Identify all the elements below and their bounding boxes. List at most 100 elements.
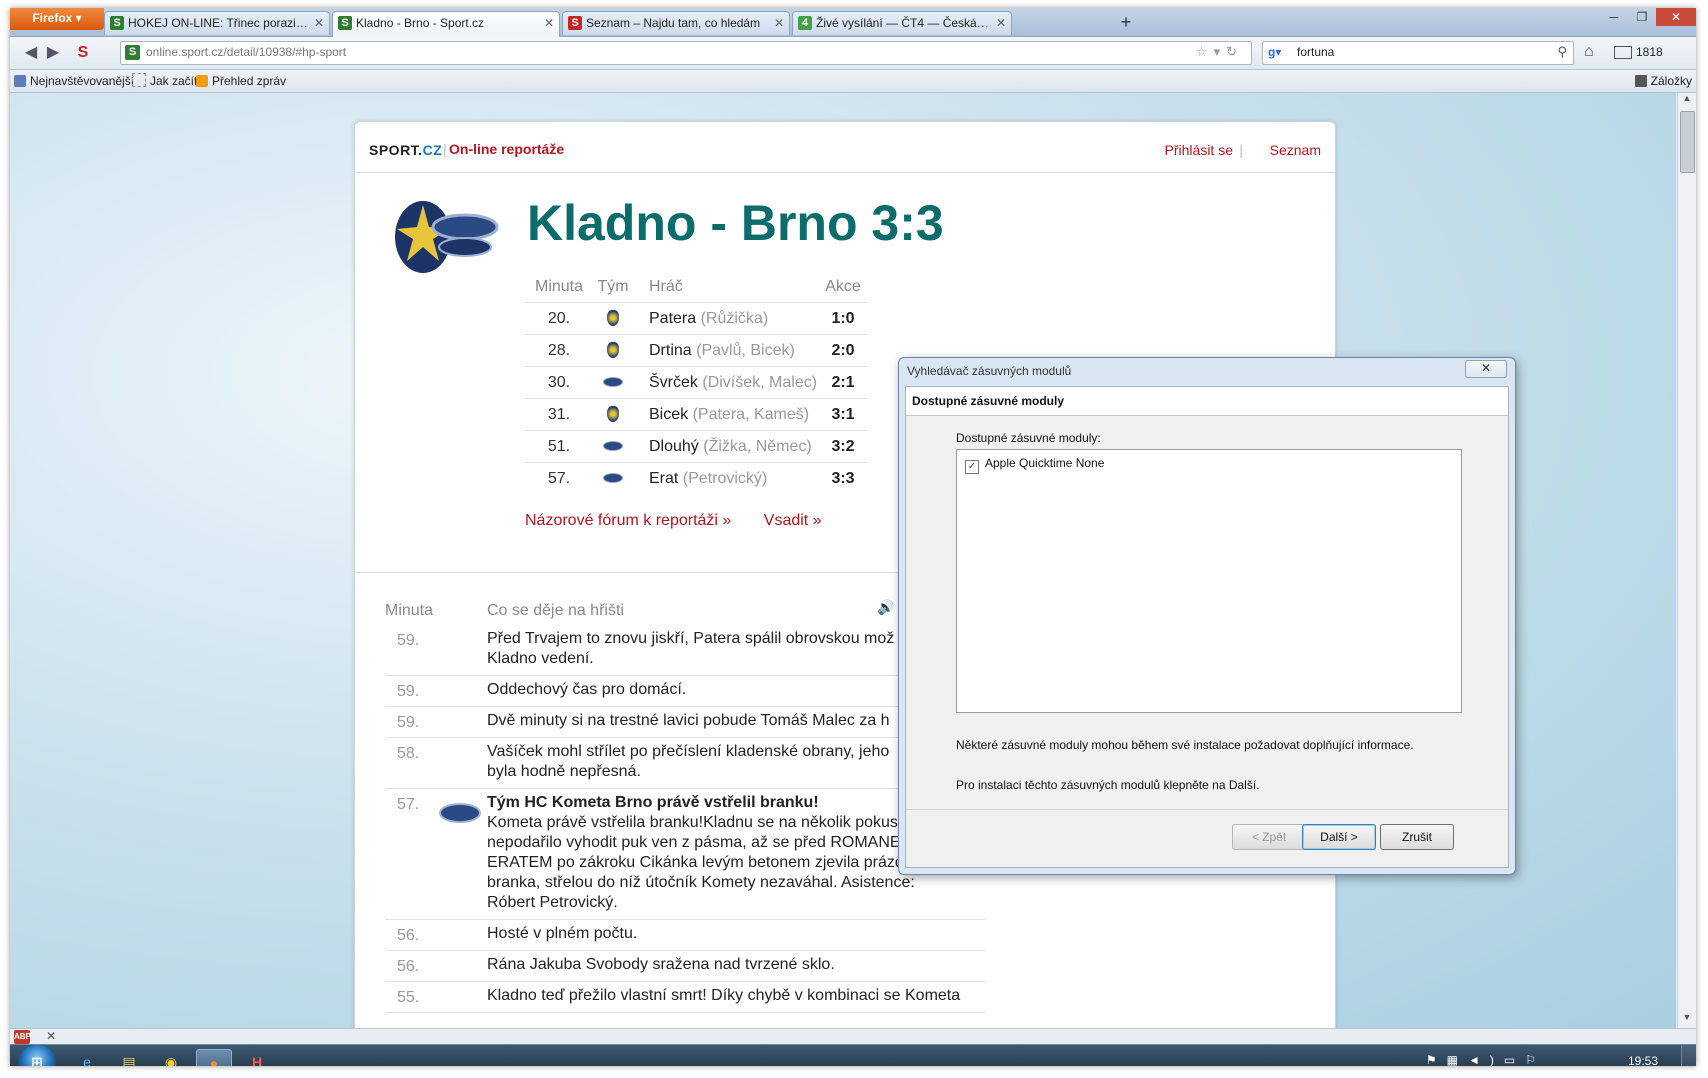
- goals-header-minute: Minuta: [534, 278, 584, 295]
- tab-hokej-online[interactable]: S HOKEJ ON-LINE: Třinec porazil Zlín a .…: [104, 11, 330, 35]
- search-icon[interactable]: ⚲: [1557, 44, 1567, 60]
- addon-bar-close-icon[interactable]: ✕: [46, 1029, 56, 1043]
- feed-minute: 59.: [397, 632, 420, 649]
- login-link[interactable]: Přihlásit se: [1165, 142, 1233, 158]
- start-button-icon[interactable]: ⊞: [18, 1045, 56, 1066]
- minimize-icon[interactable]: ─: [1600, 8, 1628, 26]
- back-button[interactable]: < Zpět: [1232, 824, 1306, 850]
- mail-button[interactable]: 1818: [1614, 42, 1663, 62]
- bookmark-getting-started[interactable]: Jak začít: [132, 73, 197, 89]
- dialog-close-icon[interactable]: ✕: [1465, 360, 1507, 378]
- seznam-favicon-icon: S: [568, 16, 582, 30]
- scrollbar-thumb[interactable]: [1680, 111, 1695, 173]
- ct4-favicon-icon: 4: [798, 16, 812, 30]
- feed-minute: 59.: [397, 714, 420, 731]
- section-title[interactable]: On-line reportáže: [449, 141, 564, 157]
- dialog-info-text: Pro instalaci těchto zásuvných modulů kl…: [956, 778, 1260, 792]
- vertical-scrollbar[interactable]: ▲ ▼: [1677, 93, 1696, 1028]
- plugin-list[interactable]: ✓ Apple Quicktime None: [956, 449, 1462, 713]
- bookmarks-star-icon: [1634, 75, 1647, 87]
- site-identity-icon[interactable]: S: [125, 45, 140, 60]
- kladno-team-icon: [607, 406, 619, 423]
- speaker-icon[interactable]: 🔊: [877, 599, 894, 616]
- firefox-menu-button[interactable]: Firefox ▾: [10, 8, 104, 30]
- goal-player-cell: Patera (Růžička): [633, 302, 819, 335]
- address-bar[interactable]: S online.sport.cz/detail/10938/#hp-sport…: [120, 41, 1252, 65]
- clock[interactable]: 19:53: [1628, 1054, 1658, 1066]
- internet-explorer-icon[interactable]: e: [70, 1049, 104, 1066]
- feed-item: 56. Rána Jakuba Svobody sražena nad tvrz…: [385, 951, 985, 982]
- home-icon[interactable]: ⌂: [1584, 43, 1594, 61]
- search-bar[interactable]: g▾ fortuna ⚲: [1262, 41, 1574, 65]
- kometa-team-icon: [603, 473, 623, 484]
- envelope-icon: [1614, 46, 1632, 60]
- seznam-link[interactable]: Seznam: [1270, 142, 1321, 158]
- header-separator: |: [1239, 142, 1243, 158]
- search-input[interactable]: fortuna: [1297, 45, 1334, 59]
- tab-close-icon[interactable]: ✕: [774, 12, 784, 34]
- new-tab-button[interactable]: +: [1114, 13, 1138, 33]
- goal-player-cell: Drtina (Pavlů, Bicek): [633, 334, 819, 367]
- firefox-taskbar-icon[interactable]: ●: [196, 1049, 232, 1066]
- window-controls: ─ ❐ ✕: [1600, 8, 1696, 28]
- url-text[interactable]: online.sport.cz/detail/10938/#hp-sport: [146, 45, 346, 59]
- app-taskbar-icon[interactable]: H: [240, 1049, 274, 1066]
- windows-taskbar: ⊞ e ▤ ◉ ● H ⚑▦◄)▭⚐ 19:53: [10, 1044, 1696, 1066]
- bookmark-star-icon[interactable]: ☆▾↻: [1196, 44, 1243, 60]
- scroll-up-icon[interactable]: ▲: [1678, 93, 1696, 109]
- bet-link[interactable]: Vsadit »: [764, 512, 822, 529]
- media-player-icon[interactable]: ◉: [154, 1049, 188, 1066]
- seznam-toolbar-icon[interactable]: S: [72, 43, 94, 63]
- goal-assist: (Žižka, Němec): [703, 437, 812, 455]
- dialog-heading-bar: Dostupné zásuvné moduly: [906, 387, 1508, 416]
- tab-seznam[interactable]: S Seznam – Najdu tam, co hledám ✕: [562, 11, 790, 35]
- cancel-button[interactable]: Zrušit: [1380, 824, 1454, 850]
- tab-ct4[interactable]: 4 Živé vysílání — ČT4 — Česká televize ✕: [792, 11, 1012, 35]
- team-icon-cell: [593, 334, 633, 367]
- goal-score: 2:0: [819, 334, 867, 367]
- adblock-icon[interactable]: ABP: [14, 1030, 31, 1044]
- goal-minute: 20.: [525, 302, 593, 335]
- plugin-item[interactable]: ✓ Apple Quicktime None: [965, 456, 1104, 474]
- bookmark-news[interactable]: Přehled zpráv: [196, 73, 286, 89]
- bookmarks-menu[interactable]: Záložky: [1634, 73, 1692, 89]
- goal-player-cell: Erat (Petrovický): [633, 462, 819, 494]
- sport-cz-logo[interactable]: SPORT.CZ: [369, 142, 442, 158]
- plugin-checkbox[interactable]: ✓: [965, 460, 979, 474]
- dialog-heading: Dostupné zásuvné moduly: [912, 394, 1065, 408]
- show-desktop-button[interactable]: [1681, 1045, 1696, 1066]
- sport-favicon-icon: S: [110, 16, 124, 30]
- plugin-name: Apple Quicktime None: [985, 456, 1105, 470]
- goal-minute: 57.: [525, 462, 593, 494]
- goal-player: Dlouhý: [649, 437, 699, 455]
- tab-close-icon[interactable]: ✕: [314, 12, 324, 34]
- tab-close-icon[interactable]: ✕: [544, 12, 554, 34]
- forum-link[interactable]: Názorové fórum k reportáži »: [525, 512, 731, 529]
- tab-kladno-brno[interactable]: S Kladno - Brno - Sport.cz ✕: [332, 11, 560, 37]
- dialog-title: Vyhledávač zásuvných modulů: [907, 364, 1072, 378]
- goal-assist: (Patera, Kameš): [692, 405, 810, 423]
- restore-icon[interactable]: ❐: [1628, 8, 1656, 26]
- bookmark-page-icon: [132, 73, 146, 87]
- back-arrow-icon[interactable]: ◀: [20, 43, 42, 63]
- google-search-engine-icon[interactable]: g▾: [1268, 45, 1282, 59]
- team-icon-cell: [593, 366, 633, 399]
- bookmark-label: Přehled zpráv: [212, 74, 287, 88]
- feed-minute: 56.: [397, 958, 420, 975]
- system-tray-icons[interactable]: ⚑▦◄)▭⚐: [1426, 1053, 1546, 1066]
- scroll-down-icon[interactable]: ▼: [1678, 1012, 1696, 1028]
- explorer-folder-icon[interactable]: ▤: [112, 1049, 146, 1066]
- hc-kometa-logo-icon: [395, 201, 499, 273]
- goal-minute: 28.: [525, 334, 593, 367]
- kometa-team-icon: [603, 377, 623, 388]
- forward-arrow-icon[interactable]: ▶: [42, 43, 64, 63]
- close-window-icon[interactable]: ✕: [1656, 8, 1696, 26]
- tab-close-icon[interactable]: ✕: [996, 12, 1006, 34]
- next-button[interactable]: Další >: [1302, 824, 1376, 850]
- feed-item-goal: 57. Tým HC Kometa Brno právě vstřelil br…: [385, 789, 985, 920]
- goals-header-team: Tým: [597, 278, 629, 295]
- feed-item: 58. Vašíček mohl střílet po přečíslení k…: [385, 738, 985, 789]
- bookmark-most-visited[interactable]: Nejnavštěvovanější: [14, 73, 134, 89]
- goal-description: Kometa právě vstřelila branku!Kladnu se …: [487, 814, 922, 911]
- goal-row: 20. Patera (Růžička) 1:0: [525, 302, 867, 335]
